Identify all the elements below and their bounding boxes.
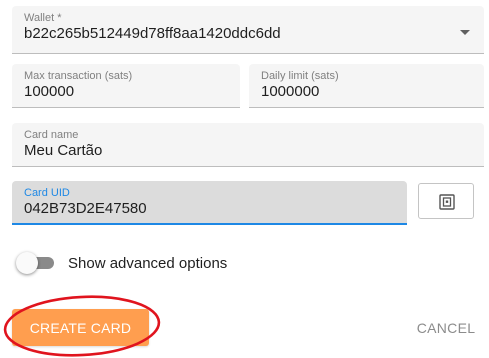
- nfc-icon: [439, 194, 455, 210]
- advanced-options-label: Show advanced options: [68, 255, 228, 272]
- card-uid-label: Card UID: [24, 187, 70, 199]
- card-name-value: Meu Cartão: [24, 142, 103, 159]
- max-transaction-field[interactable]: Max transaction (sats) 100000: [12, 64, 240, 108]
- max-transaction-label: Max transaction (sats): [24, 70, 133, 82]
- card-uid-value: 042B73D2E47580: [24, 200, 147, 217]
- nfc-read-button[interactable]: [418, 183, 474, 219]
- wallet-value: b22c265b512449d78ff8aa1420ddc6dd: [24, 25, 281, 42]
- card-uid-field[interactable]: Card UID 042B73D2E47580: [12, 181, 407, 225]
- annotation-ellipse: [3, 295, 161, 357]
- daily-limit-value: 1000000: [261, 83, 320, 100]
- toggle-thumb: [16, 252, 38, 274]
- dropdown-arrow-icon[interactable]: [460, 30, 470, 35]
- card-name-field[interactable]: Card name Meu Cartão: [12, 123, 484, 167]
- advanced-options-toggle[interactable]: [16, 252, 54, 274]
- wallet-label: Wallet *: [24, 12, 62, 24]
- max-transaction-value: 100000: [24, 83, 75, 100]
- daily-limit-label: Daily limit (sats): [261, 70, 339, 82]
- wallet-select[interactable]: Wallet * b22c265b512449d78ff8aa1420ddc6d…: [12, 6, 484, 54]
- daily-limit-field[interactable]: Daily limit (sats) 1000000: [249, 64, 484, 108]
- cancel-button[interactable]: CANCEL: [408, 312, 484, 344]
- card-name-label: Card name: [24, 129, 79, 141]
